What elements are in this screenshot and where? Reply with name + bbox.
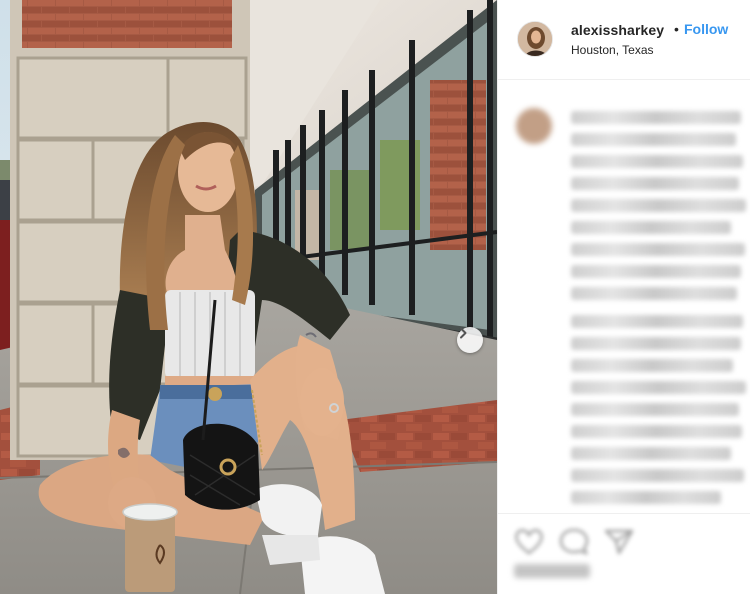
blurred-text-line [571, 265, 741, 278]
likes-count-blurred [514, 564, 590, 578]
avatar-image [518, 22, 552, 56]
location-link[interactable]: Houston, Texas [571, 43, 654, 57]
blurred-text-line [571, 337, 741, 350]
follow-button[interactable]: Follow [684, 21, 728, 37]
post-actions [498, 513, 750, 594]
commenter-avatar-blurred [516, 108, 552, 144]
blurred-text-line [571, 221, 731, 234]
blurred-text-line [571, 111, 741, 124]
username-link[interactable]: alexissharkey [571, 22, 664, 38]
comment-icon[interactable] [557, 526, 591, 556]
share-icon[interactable] [602, 526, 636, 556]
blurred-text-line [571, 425, 742, 438]
blurred-text-line [571, 469, 744, 482]
chevron-right-icon [460, 327, 467, 339]
post-header: alexissharkey • Follow Houston, Texas [498, 0, 750, 80]
blurred-text-line [571, 199, 746, 212]
blurred-text-line [571, 155, 743, 168]
blurred-text-line [571, 359, 733, 372]
post-sidebar: alexissharkey • Follow Houston, Texas [497, 0, 750, 594]
blurred-text-line [571, 403, 739, 416]
blurred-text-line [571, 447, 731, 460]
profile-avatar[interactable] [517, 21, 553, 57]
blurred-text-line [571, 177, 739, 190]
blurred-text-line [571, 243, 745, 256]
caption-comments-blurred [498, 81, 750, 513]
carousel-next-button[interactable] [457, 327, 483, 353]
post-photo[interactable] [0, 0, 497, 594]
photo-scene [0, 0, 497, 594]
blurred-text-line [571, 381, 746, 394]
heart-icon[interactable] [512, 526, 546, 556]
blurred-text-line [571, 491, 721, 504]
blurred-text-line [571, 287, 737, 300]
blurred-text-line [571, 133, 736, 146]
separator-dot: • [674, 21, 679, 37]
blurred-text-line [571, 315, 743, 328]
